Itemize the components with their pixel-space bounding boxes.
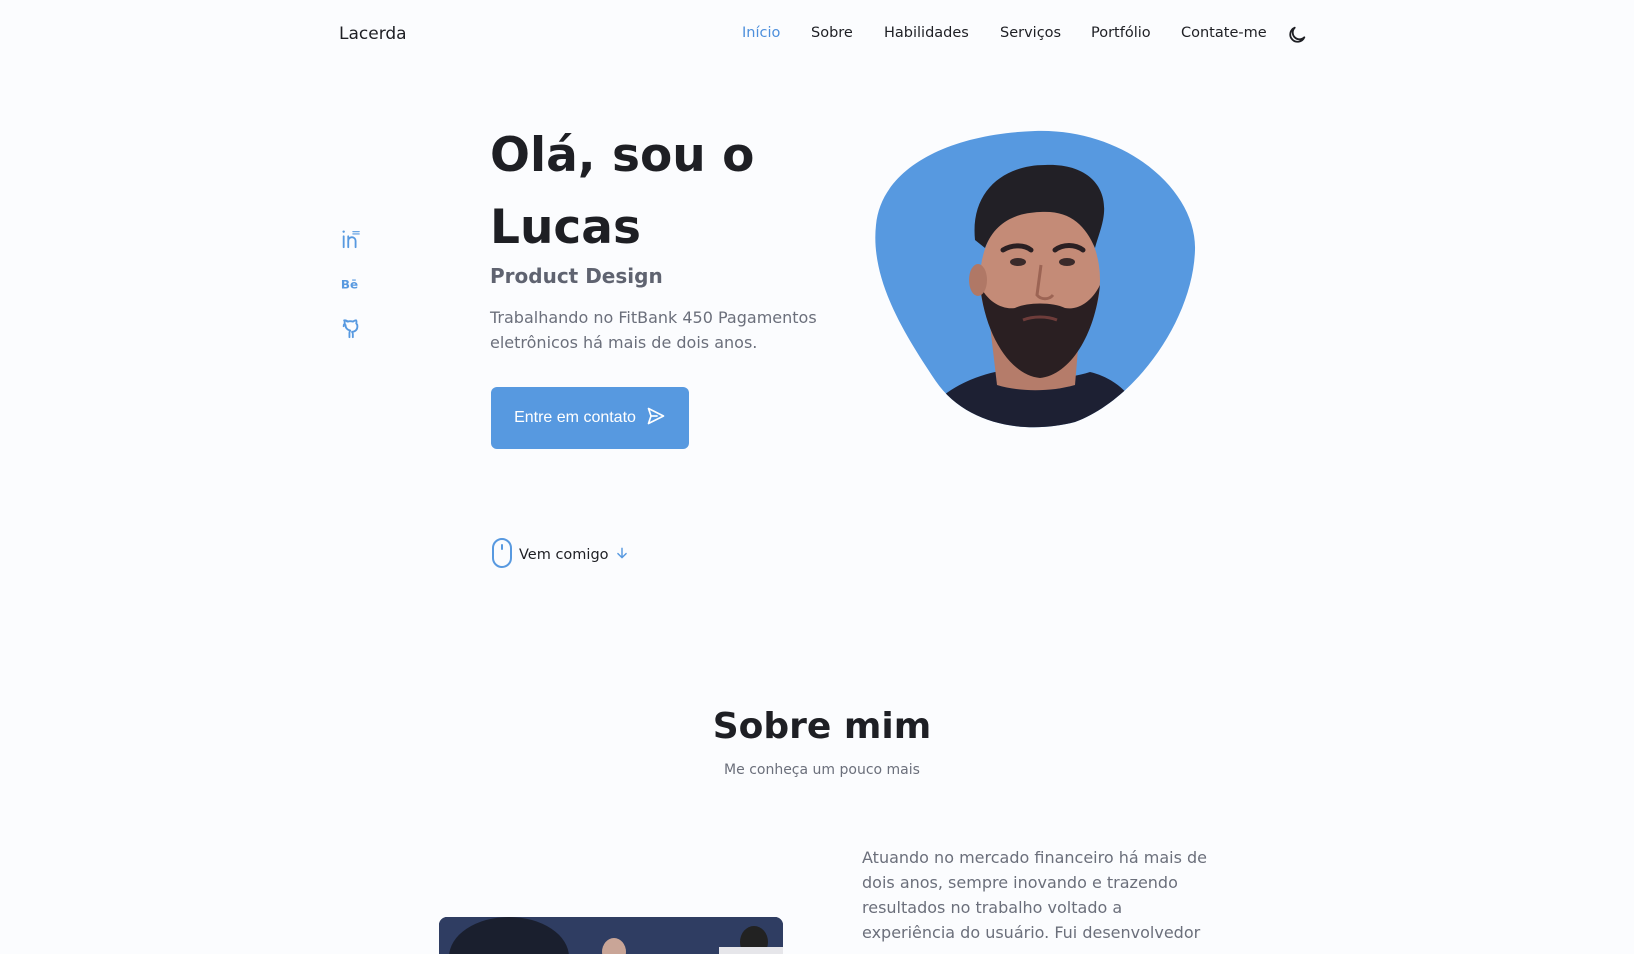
nav-link-servicos[interactable]: Serviços xyxy=(1000,25,1061,41)
nav-link-contate[interactable]: Contate-me xyxy=(1181,25,1267,41)
about-section-subtitle: Me conheça um pouco mais xyxy=(724,762,920,778)
github-icon[interactable] xyxy=(340,318,362,340)
nav-link-inicio[interactable]: Início xyxy=(742,25,780,41)
site-header: Lacerda Início Sobre Habilidades Serviço… xyxy=(0,0,1634,70)
arrow-down-icon xyxy=(615,546,629,564)
send-icon xyxy=(646,406,666,431)
linkedin-icon[interactable] xyxy=(340,228,362,250)
profile-photo xyxy=(875,130,1197,430)
about-text: Atuando no mercado financeiro há mais de… xyxy=(862,848,1207,942)
contact-button-label: Entre em contato xyxy=(514,409,636,426)
mouse-icon xyxy=(491,538,513,572)
nav-link-portfolio[interactable]: Portfólio xyxy=(1091,25,1151,41)
nav-link-sobre[interactable]: Sobre xyxy=(811,25,853,41)
main-nav: Início Sobre Habilidades Serviços Portfó… xyxy=(0,25,1634,49)
hero-title: Olá, sou o Lucas xyxy=(490,128,755,255)
scroll-label: Vem comigo xyxy=(519,547,609,563)
about-photo xyxy=(439,917,783,954)
moon-icon[interactable] xyxy=(1286,24,1308,46)
contact-button[interactable]: Entre em contato xyxy=(491,387,689,449)
hero-description: Trabalhando no FitBank 450 Pagamentos el… xyxy=(490,308,817,352)
hero-subtitle: Product Design xyxy=(490,264,663,288)
about-section-title: Sobre mim xyxy=(712,706,932,747)
svg-text:Bē: Bē xyxy=(341,278,358,292)
scroll-down-link[interactable]: Vem comigo xyxy=(491,538,629,572)
nav-link-habilidades[interactable]: Habilidades xyxy=(884,25,969,41)
behance-icon[interactable]: Bē xyxy=(340,275,362,293)
